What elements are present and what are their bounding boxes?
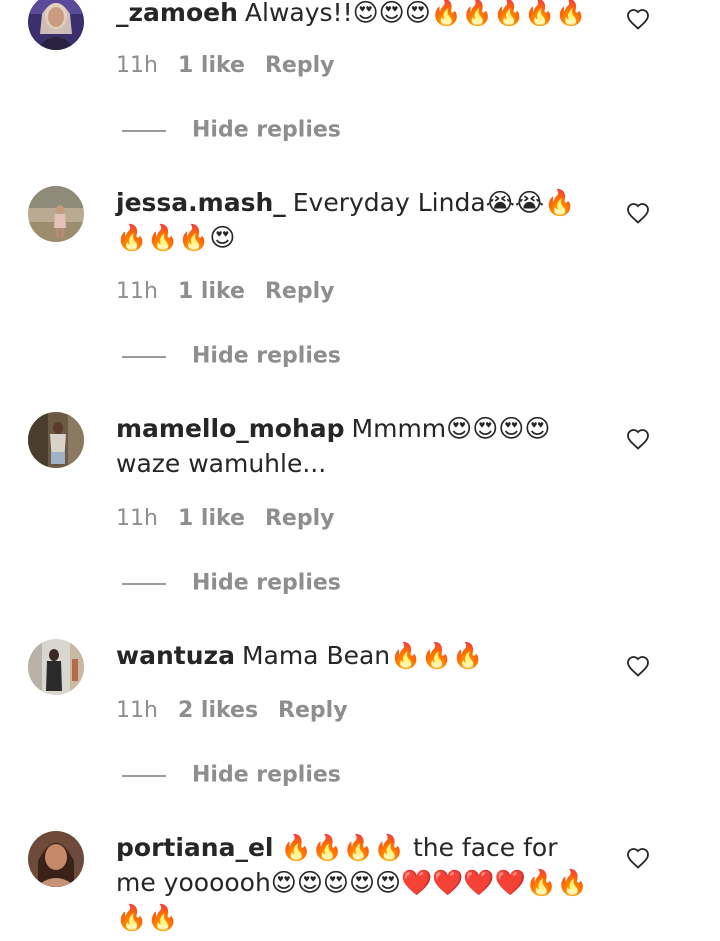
comment-username[interactable]: mamello_mohap	[116, 414, 345, 443]
comment-text: wantuza Mama Bean🔥🔥🔥	[116, 638, 596, 673]
divider-line	[122, 774, 166, 777]
avatar[interactable]	[28, 412, 84, 468]
comment-likes[interactable]: 1 like	[178, 506, 245, 531]
comment-meta: 11h 1 like Reply	[116, 504, 334, 534]
comment-time: 11h	[116, 53, 158, 78]
avatar[interactable]	[28, 831, 84, 887]
comment-text: _zamoeh Always!!😍😍😍🔥🔥🔥🔥🔥	[116, 0, 596, 30]
divider-line	[122, 355, 166, 358]
divider-line	[122, 129, 166, 132]
heart-outline-icon[interactable]	[626, 202, 650, 224]
hide-replies-button[interactable]: Hide replies	[122, 760, 341, 790]
comment-likes[interactable]: 1 like	[178, 53, 245, 78]
reply-button[interactable]: Reply	[265, 506, 335, 531]
hide-replies-button[interactable]: Hide replies	[122, 115, 341, 145]
comment-meta: 11h 2 likes Reply	[116, 696, 348, 726]
avatar[interactable]	[28, 0, 84, 50]
comment-username[interactable]: wantuza	[116, 641, 235, 670]
avatar[interactable]	[28, 639, 84, 695]
hide-replies-button[interactable]: Hide replies	[122, 341, 341, 371]
comment-time: 11h	[116, 698, 158, 723]
comment-likes[interactable]: 2 likes	[178, 698, 258, 723]
comment-body: Always!!😍😍😍🔥🔥🔥🔥🔥	[244, 0, 587, 27]
comment-username[interactable]: jessa.mash_	[116, 188, 286, 217]
comment-meta: 11h 1 like Reply	[116, 277, 334, 307]
comment-text: jessa.mash_ Everyday Linda😭😭🔥🔥🔥🔥😍	[116, 185, 596, 255]
comment-time: 11h	[116, 279, 158, 304]
avatar[interactable]	[28, 186, 84, 242]
comment-text: portiana_el 🔥🔥🔥🔥 the face for me yoooooh😍…	[116, 830, 596, 935]
comment-text: mamello_mohap Mmmm😍😍😍😍 waze wamuhle...	[116, 411, 596, 481]
comment-body: Mama Bean🔥🔥🔥	[241, 641, 484, 670]
divider-line	[122, 582, 166, 585]
heart-outline-icon[interactable]	[626, 847, 650, 869]
comment-likes[interactable]: 1 like	[178, 279, 245, 304]
hide-replies-label: Hide replies	[192, 117, 341, 143]
hide-replies-button[interactable]: Hide replies	[122, 568, 341, 598]
heart-outline-icon[interactable]	[626, 428, 650, 450]
reply-button[interactable]: Reply	[278, 698, 348, 723]
comment-username[interactable]: portiana_el	[116, 833, 273, 862]
comment-time: 11h	[116, 506, 158, 531]
reply-button[interactable]: Reply	[265, 279, 335, 304]
heart-outline-icon[interactable]	[626, 655, 650, 677]
hide-replies-label: Hide replies	[192, 570, 341, 596]
comment-username[interactable]: _zamoeh	[116, 0, 238, 27]
hide-replies-label: Hide replies	[192, 343, 341, 369]
heart-outline-icon[interactable]	[626, 8, 650, 30]
reply-button[interactable]: Reply	[265, 53, 335, 78]
comment-meta: 11h 1 like Reply	[116, 51, 334, 81]
hide-replies-label: Hide replies	[192, 762, 341, 788]
